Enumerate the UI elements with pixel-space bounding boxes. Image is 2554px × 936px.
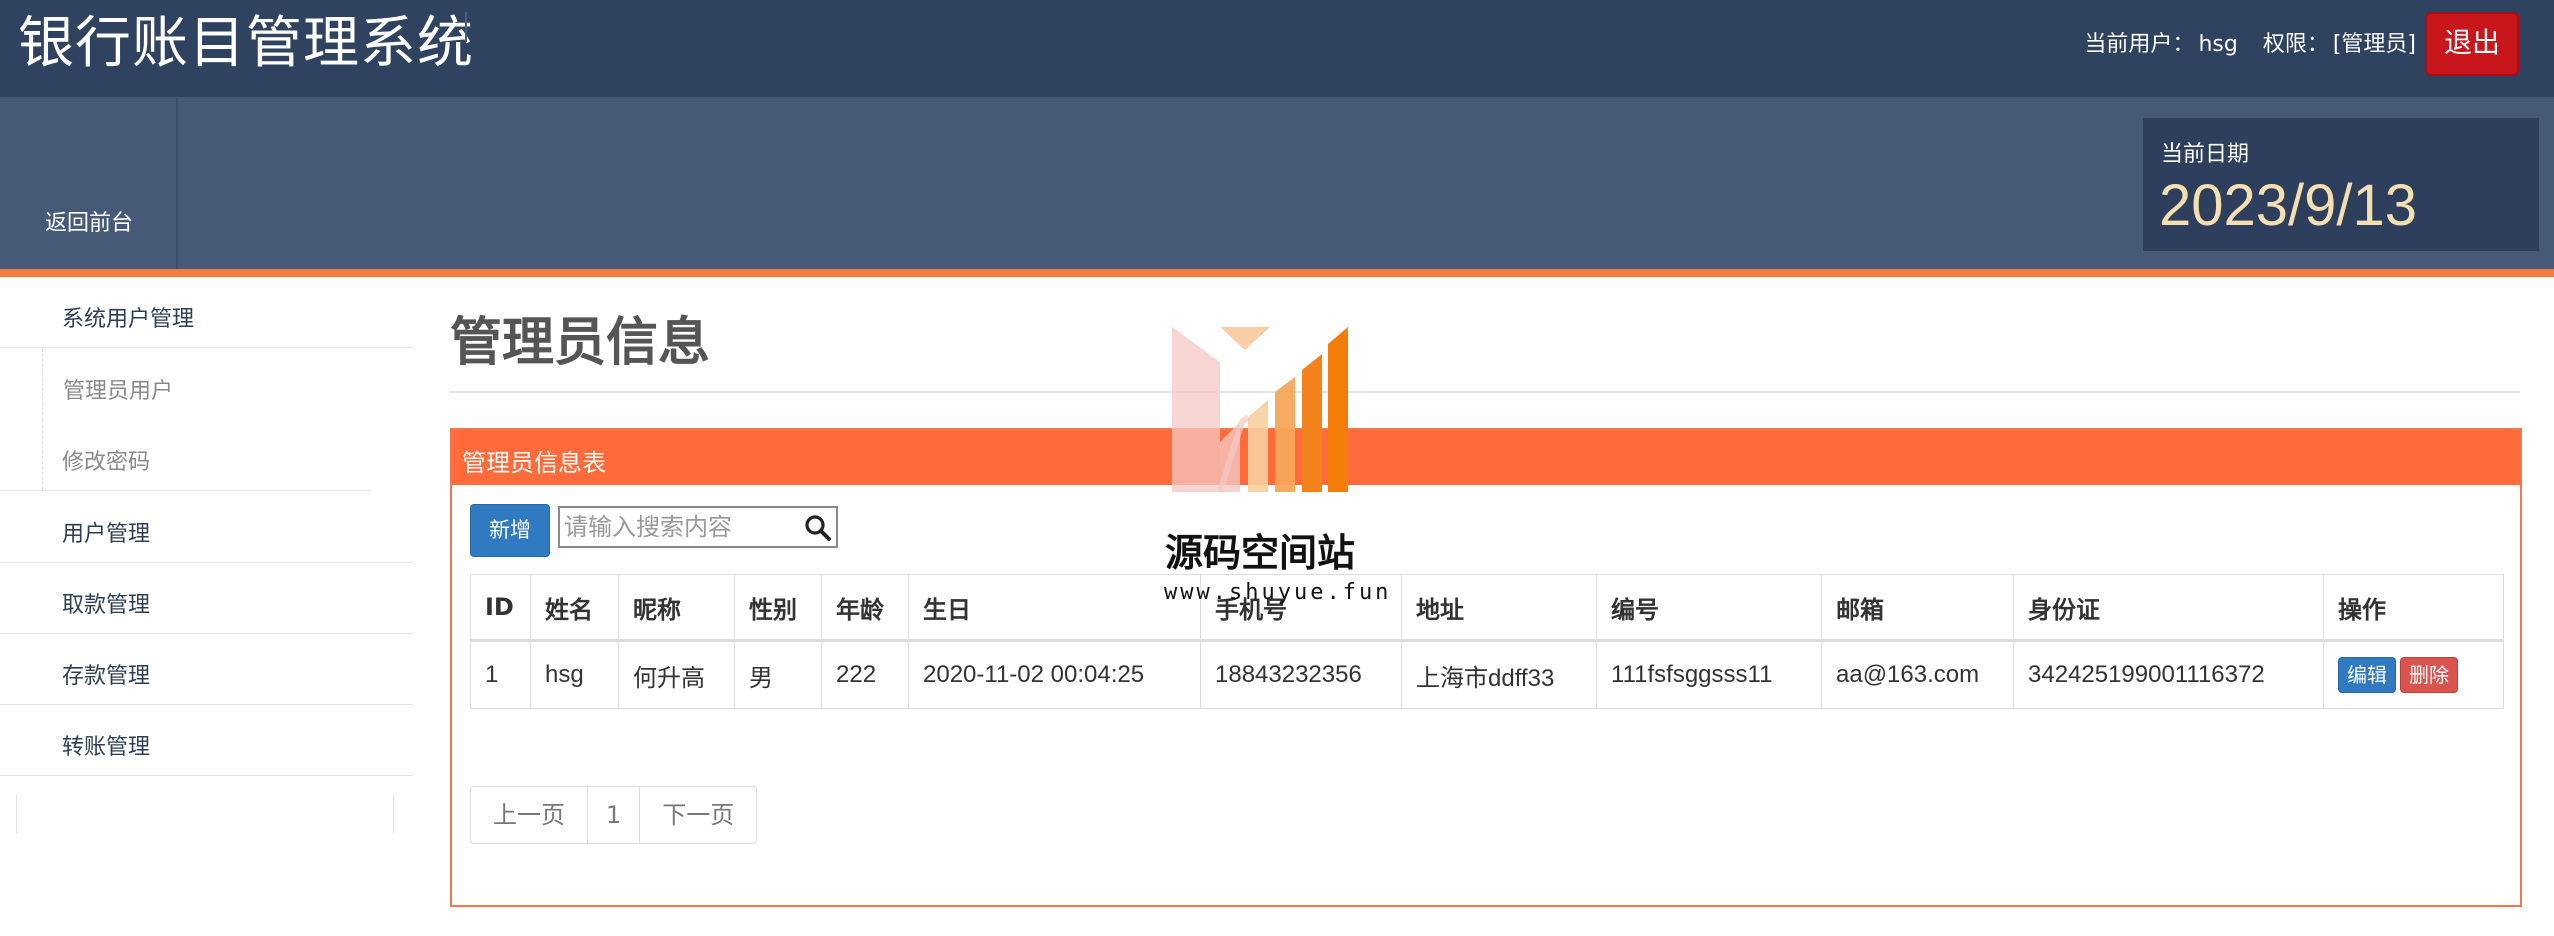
pagination-next[interactable]: 下一页 [640, 787, 756, 843]
admin-table: ID 姓名 昵称 性别 年龄 生日 手机号 地址 编号 邮箱 身份证 操作 1 … [470, 574, 2504, 709]
column-header: 生日 [908, 574, 1201, 642]
sidebar-item-label: 系统用户管理 [62, 307, 195, 332]
table-cell: 111fsfsggsss11 [1596, 640, 1822, 709]
add-button[interactable]: 新增 [470, 504, 550, 557]
table-cell: 18843232356 [1200, 640, 1402, 709]
current-date-value: 2023/9/13 [2159, 173, 2418, 238]
column-header: 操作 [2323, 574, 2504, 642]
sidebar-item-users[interactable]: 用户管理 [0, 492, 413, 563]
edit-button[interactable]: 编辑 [2338, 657, 2396, 693]
column-header: 地址 [1401, 574, 1597, 642]
current-user-name: hsg [2198, 32, 2238, 57]
current-date-box: 当前日期 2023/9/13 [2143, 118, 2539, 251]
actions-cell: 编辑 删除 [2323, 640, 2504, 709]
table-cell: 2020-11-02 00:04:25 [908, 640, 1201, 709]
sidebar-item-deposits[interactable]: 存款管理 [0, 634, 413, 705]
admin-info-panel: 管理员信息表 新增 ID 姓名 昵称 性别 年龄 生日 手机号 地址 编号 邮箱… [450, 428, 2522, 907]
watermark-text: 源码空间站 [1165, 531, 1356, 575]
search-box [558, 506, 838, 548]
column-header: 年龄 [821, 574, 909, 642]
search-icon[interactable] [802, 512, 834, 544]
table-cell: 男 [734, 640, 822, 709]
current-user-label: 当前用户： [2084, 32, 2195, 57]
sidebar-item-transfers[interactable]: 转账管理 [0, 705, 413, 776]
user-info: 当前用户： hsg 权限： [管理员] [2080, 30, 2416, 60]
subitem-guide-line [42, 420, 43, 490]
column-header: ID [470, 574, 531, 642]
sidebar-item-label: 取款管理 [62, 593, 151, 618]
role-label: 权限： [2262, 32, 2329, 57]
sidebar-item-label: 用户管理 [62, 522, 151, 547]
column-header: 昵称 [618, 574, 735, 642]
sidebar-item-label: 修改密码 [62, 450, 151, 475]
title-divider [465, 12, 467, 42]
table-header-row: ID 姓名 昵称 性别 年龄 生日 手机号 地址 编号 邮箱 身份证 操作 [470, 574, 2504, 642]
back-to-frontend-cell[interactable]: 返回前台 [0, 97, 178, 269]
table-cell: hsg [530, 640, 619, 709]
pagination: 上一页 1 下一页 [470, 786, 758, 844]
sidebar-item-label: 存款管理 [62, 664, 151, 689]
sidebar: 系统用户管理 管理员用户 修改密码 用户管理 取款管理 存款管理 转账管理 [0, 277, 413, 936]
table-cell: 何升高 [618, 640, 735, 709]
app-title: 银行账目管理系统 [18, 11, 474, 76]
pagination-page[interactable]: 1 [588, 787, 641, 843]
search-input[interactable] [560, 508, 800, 546]
table-cell: 1 [470, 640, 531, 709]
column-header: 邮箱 [1821, 574, 2014, 642]
page-title: 管理员信息 [450, 313, 711, 373]
column-header: 编号 [1596, 574, 1822, 642]
table-cell: aa@163.com [1821, 640, 2014, 709]
title-divider-line [450, 391, 2520, 393]
sidebar-item-label: 转账管理 [62, 735, 151, 760]
column-header: 姓名 [530, 574, 619, 642]
sidebar-subitem-change-password[interactable]: 修改密码 [0, 420, 371, 491]
delete-button[interactable]: 删除 [2400, 657, 2458, 693]
back-to-frontend-link[interactable]: 返回前台 [45, 205, 133, 237]
role-value: [管理员] [2332, 32, 2416, 57]
pagination-prev[interactable]: 上一页 [471, 787, 588, 843]
table-cell: 上海市ddff33 [1401, 640, 1597, 709]
sidebar-item-label: 管理员用户 [63, 379, 174, 404]
column-header: 性别 [734, 574, 822, 642]
sidebar-footer [16, 795, 394, 833]
column-header: 身份证 [2013, 574, 2324, 642]
sidebar-item-system-users[interactable]: 系统用户管理 [0, 277, 413, 348]
table-cell: 342425199001116372 [2013, 640, 2324, 709]
panel-header: 管理员信息表 [452, 430, 2520, 485]
sidebar-subitem-admin-users[interactable]: 管理员用户 [42, 349, 413, 420]
table-row: 1 hsg 何升高 男 222 2020-11-02 00:04:25 1884… [470, 640, 2504, 709]
sidebar-item-withdrawals[interactable]: 取款管理 [0, 563, 413, 634]
table-cell: 222 [821, 640, 909, 709]
watermark-url: www.shuyue.fun [1164, 580, 1392, 605]
logout-button[interactable]: 退出 [2425, 12, 2519, 76]
top-navbar: 银行账目管理系统 当前用户： hsg 权限： [管理员] 退出 [0, 0, 2554, 97]
header-accent-line [0, 269, 2554, 277]
sub-header: 返回前台 当前日期 2023/9/13 [0, 97, 2554, 269]
panel-title: 管理员信息表 [462, 449, 606, 477]
current-date-label: 当前日期 [2161, 142, 2250, 167]
